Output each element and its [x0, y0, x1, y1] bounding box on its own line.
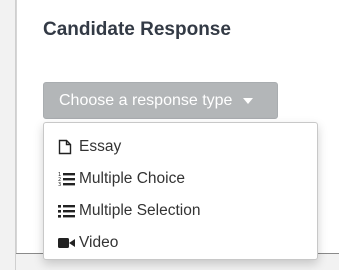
menu-item-label: Multiple Selection [79, 202, 201, 219]
ordered-list-icon: 1 2 3 [58, 171, 76, 187]
dropdown-label: Choose a response type [59, 91, 233, 109]
svg-text:3: 3 [58, 182, 61, 187]
menu-item-label: Essay [79, 138, 122, 155]
response-type-dropdown-button[interactable]: Choose a response type [43, 82, 278, 119]
menu-item-video[interactable]: Video [44, 227, 317, 259]
menu-item-multiple-selection[interactable]: Multiple Selection [44, 195, 317, 227]
response-type-menu: Essay 1 2 3 Multiple Choice Multiple Sel… [43, 122, 318, 260]
menu-item-label: Multiple Choice [79, 170, 185, 187]
menu-item-multiple-choice[interactable]: 1 2 3 Multiple Choice [44, 163, 317, 195]
caret-down-icon [243, 97, 254, 104]
file-icon [58, 139, 76, 155]
menu-item-essay[interactable]: Essay [44, 131, 317, 163]
video-camera-icon [58, 235, 76, 251]
list-icon [58, 203, 76, 219]
panel-title: Candidate Response [43, 19, 231, 40]
menu-item-label: Video [79, 234, 119, 251]
